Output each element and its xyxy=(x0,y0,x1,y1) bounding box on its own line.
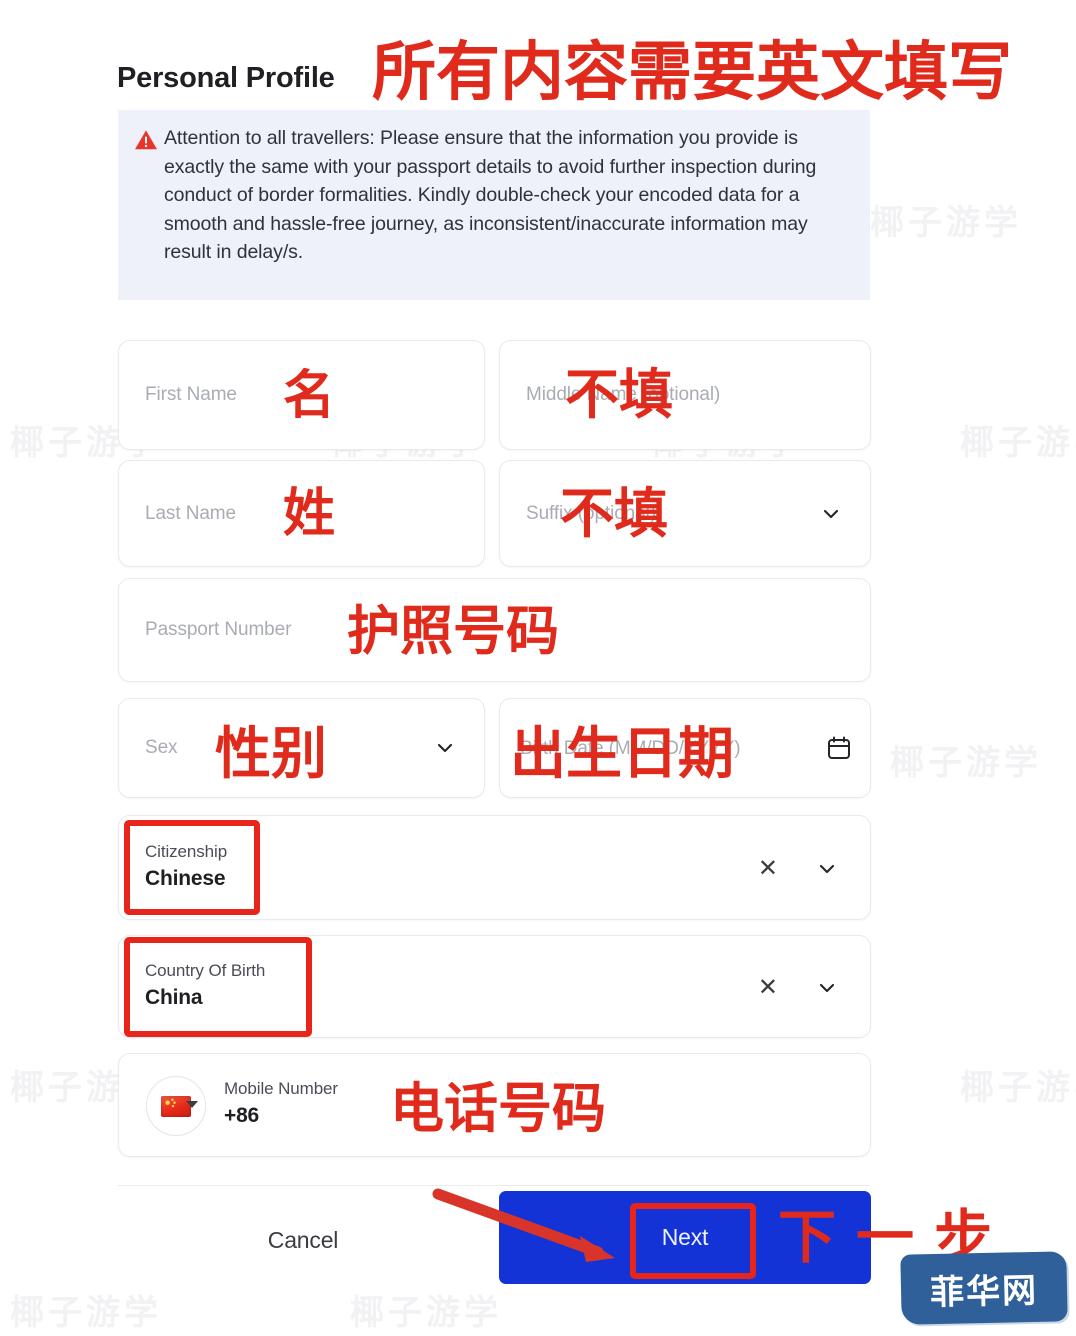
citizenship-field[interactable]: Citizenship Chinese ✕ xyxy=(118,815,871,920)
clear-icon[interactable]: ✕ xyxy=(758,976,778,1000)
country-code-caret-icon[interactable] xyxy=(186,1101,198,1108)
birth-date-field[interactable]: Birth Date (MM/DD/YYYY) xyxy=(499,698,871,798)
sex-placeholder: Sex xyxy=(145,737,178,758)
passport-accuracy-alert: Attention to all travellers: Please ensu… xyxy=(118,110,870,300)
personal-profile-form: Personal Profile Attention to all travel… xyxy=(0,0,1076,1336)
alert-message: Attention to all travellers: Please ensu… xyxy=(164,127,817,264)
clear-icon[interactable]: ✕ xyxy=(758,857,778,881)
middle-name-field[interactable]: Middle Name (optional) xyxy=(499,340,871,450)
last-name-placeholder: Last Name xyxy=(145,503,236,524)
country-of-birth-field[interactable]: Country Of Birth China ✕ xyxy=(118,935,871,1038)
first-name-field[interactable]: First Name xyxy=(118,340,485,450)
chevron-down-icon[interactable] xyxy=(816,977,838,999)
middle-name-placeholder: Middle Name (optional) xyxy=(526,384,721,405)
passport-number-field[interactable]: Passport Number xyxy=(118,578,871,682)
birth-date-placeholder: Birth Date (MM/DD/YYYY) xyxy=(520,738,741,759)
mobile-number-label: Mobile Number xyxy=(224,1079,338,1098)
next-button-label: Next xyxy=(661,1224,709,1250)
sex-field[interactable]: Sex xyxy=(118,698,485,798)
suffix-placeholder: Suffix (optional) xyxy=(526,503,656,524)
first-name-placeholder: First Name xyxy=(145,384,237,405)
cancel-button[interactable]: Cancel xyxy=(188,1196,418,1284)
citizenship-value: Chinese xyxy=(145,867,226,890)
next-button[interactable]: Next xyxy=(499,1191,871,1284)
chevron-down-icon[interactable] xyxy=(816,858,838,880)
warning-triangle-icon xyxy=(134,124,164,300)
country-of-birth-value: China xyxy=(145,986,203,1009)
country-of-birth-label: Country Of Birth xyxy=(145,961,266,980)
footer-divider xyxy=(118,1185,870,1186)
passport-number-placeholder: Passport Number xyxy=(145,619,292,640)
chevron-down-icon[interactable] xyxy=(434,737,456,759)
mobile-number-value: +86 xyxy=(224,1104,260,1127)
suffix-field[interactable]: Suffix (optional) xyxy=(499,460,871,567)
mobile-number-field[interactable]: Mobile Number +86 xyxy=(118,1053,871,1157)
page-title: Personal Profile xyxy=(117,62,335,94)
citizenship-label: Citizenship xyxy=(145,842,228,861)
last-name-field[interactable]: Last Name xyxy=(118,460,485,567)
calendar-icon[interactable] xyxy=(826,735,852,761)
chevron-down-icon[interactable] xyxy=(820,503,842,525)
